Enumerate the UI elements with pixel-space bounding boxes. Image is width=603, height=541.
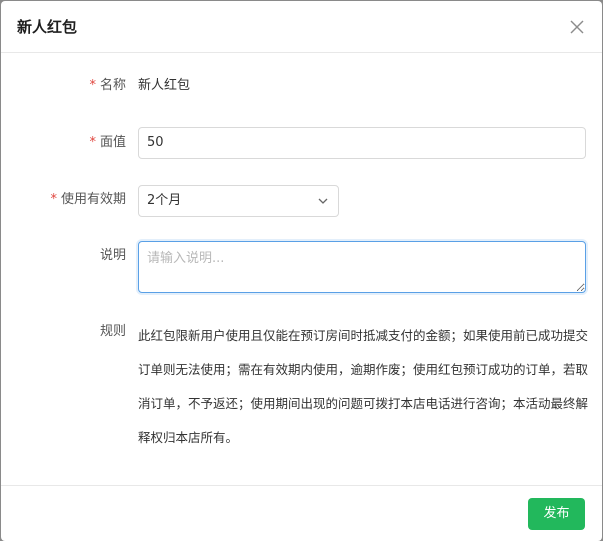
- close-icon[interactable]: [569, 19, 585, 35]
- footer-divider: [1, 485, 602, 486]
- name-value: 新人红包: [138, 78, 191, 93]
- face-value-label: * 面值: [89, 134, 126, 152]
- dialog-header: 新人红包: [1, 1, 602, 53]
- name-label-text: 名称: [99, 78, 126, 93]
- name-label: * 名称: [89, 77, 126, 95]
- publish-button[interactable]: 发布: [528, 498, 585, 530]
- rules-label: 规则: [99, 324, 126, 339]
- face-value-label-text: 面值: [99, 135, 126, 150]
- red-packet-dialog: 新人红包 *名称 新人红包 *面值 50 *使用有效期 2个月 说明 规则 此红…: [1, 1, 602, 541]
- validity-select[interactable]: 2个月: [138, 185, 339, 217]
- dialog-title: 新人红包: [17, 18, 78, 36]
- description-label: 说明: [99, 248, 126, 263]
- face-value-input[interactable]: 50: [138, 127, 586, 159]
- validity-label-text: 使用有效期: [60, 192, 126, 207]
- rules-text: 此红包限新用户使用且仅能在预订房间时抵减支付的金额；如果使用前已成功提交订单则无…: [138, 328, 589, 445]
- validity-selected-value: 2个月: [147, 193, 182, 208]
- validity-label: * 使用有效期: [50, 191, 126, 209]
- required-mark: *: [89, 135, 96, 150]
- description-textarea[interactable]: [138, 241, 586, 293]
- chevron-down-icon: [318, 198, 328, 204]
- required-mark: *: [50, 192, 57, 207]
- required-mark: *: [89, 78, 96, 93]
